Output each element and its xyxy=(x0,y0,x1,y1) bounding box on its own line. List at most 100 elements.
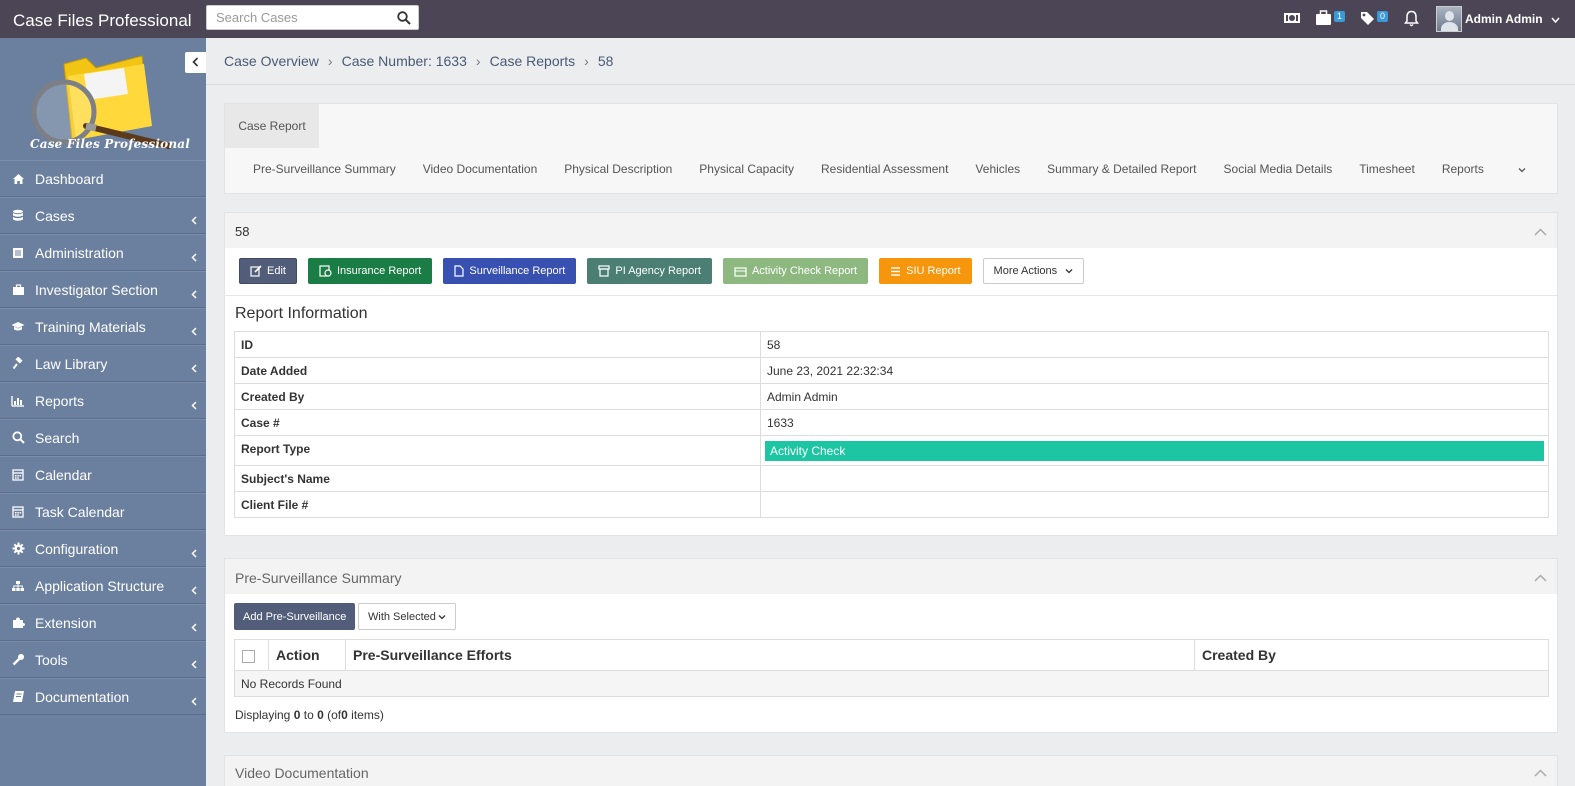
chevron-up-icon[interactable] xyxy=(1534,766,1547,780)
subtab-social-media[interactable]: Social Media Details xyxy=(1224,162,1333,176)
edit-icon xyxy=(250,265,262,277)
sidebar-item-search[interactable]: Search xyxy=(0,419,206,456)
video-documentation-panel: Video Documentation xyxy=(224,755,1558,786)
activity-check-report-label: Activity Check Report xyxy=(751,265,858,277)
column-header-created-by[interactable]: Created By xyxy=(1194,639,1549,671)
table-row: Subject's Name xyxy=(234,465,1549,492)
sidebar-item-label: Configuration xyxy=(35,540,119,557)
sidebar-item-label: Documentation xyxy=(35,688,130,705)
subtab-vehicles[interactable]: Vehicles xyxy=(975,162,1020,176)
chevron-down-icon xyxy=(1065,265,1073,277)
sidebar-item-training-materials[interactable]: Training Materials xyxy=(0,308,206,345)
search-box xyxy=(206,5,419,30)
add-pre-surveillance-button[interactable]: Add Pre-Surveillance xyxy=(234,603,356,630)
sidebar-item-label: Cases xyxy=(35,207,75,224)
select-all-checkbox[interactable] xyxy=(242,649,255,663)
field-value: June 23, 2021 22:32:34 xyxy=(760,357,1549,384)
subtab-timesheet[interactable]: Timesheet xyxy=(1359,162,1415,176)
database-icon xyxy=(11,209,25,223)
sidebar-item-calendar[interactable]: Calendar xyxy=(0,456,206,493)
subtab-physical-capacity[interactable]: Physical Capacity xyxy=(699,162,794,176)
sidebar-item-administration[interactable]: Administration xyxy=(0,234,206,271)
subtab-summary-detailed[interactable]: Summary & Detailed Report xyxy=(1047,162,1196,176)
gear-icon xyxy=(11,542,25,556)
chevron-up-icon[interactable] xyxy=(1534,571,1547,585)
surveillance-report-label: Surveillance Report xyxy=(469,265,566,277)
cases-count-badge: 1 xyxy=(1334,11,1346,22)
search-input[interactable] xyxy=(207,6,387,29)
field-label: ID xyxy=(234,331,761,358)
surveillance-report-button[interactable]: Surveillance Report xyxy=(443,258,577,284)
chevron-up-icon[interactable] xyxy=(1534,225,1547,239)
app-title[interactable]: Case Files Professional xyxy=(13,11,192,31)
chevron-left-icon xyxy=(191,545,197,561)
sidebar-item-cases[interactable]: Cases xyxy=(0,197,206,234)
sidebar-item-application-structure[interactable]: Application Structure xyxy=(0,567,206,604)
sidebar-item-tools[interactable]: Tools xyxy=(0,641,206,678)
display-prefix: Displaying xyxy=(235,708,291,722)
chevron-left-icon xyxy=(191,360,197,376)
sidebar-item-dashboard[interactable]: Dashboard xyxy=(0,160,206,197)
more-actions-dropdown[interactable]: More Actions xyxy=(982,258,1085,284)
sidebar-item-label: Extension xyxy=(35,614,97,631)
pre-surveillance-table: Action Pre-Surveillance Efforts Created … xyxy=(234,639,1549,697)
user-menu[interactable]: Admin Admin xyxy=(1436,5,1560,32)
file-money-icon xyxy=(319,265,332,277)
insurance-report-button[interactable]: Insurance Report xyxy=(307,258,433,284)
subtab-physical-description[interactable]: Physical Description xyxy=(564,162,672,176)
sidebar: Case Files Professional Dashboard Cases Ad… xyxy=(0,38,206,786)
sidebar-item-documentation[interactable]: Documentation xyxy=(0,678,206,715)
edit-button[interactable]: Edit xyxy=(239,258,297,284)
sidebar-item-reports[interactable]: Reports xyxy=(0,382,206,419)
breadcrumb-case-reports[interactable]: Case Reports xyxy=(490,53,576,69)
column-header-action[interactable]: Action xyxy=(268,639,346,671)
sidebar-item-extension[interactable]: Extension xyxy=(0,604,206,641)
pi-agency-report-button[interactable]: PI Agency Report xyxy=(587,258,712,284)
calendar-icon xyxy=(11,468,25,482)
chevron-down-icon xyxy=(1550,12,1560,26)
siu-report-button[interactable]: SIU Report xyxy=(879,258,972,284)
sidebar-item-label: Investigator Section xyxy=(35,281,158,298)
archive-icon xyxy=(598,265,610,277)
money-icon[interactable] xyxy=(1283,10,1301,29)
sidebar-item-configuration[interactable]: Configuration xyxy=(0,530,206,567)
sidebar-item-label: Application Structure xyxy=(35,577,165,594)
graduation-cap-icon xyxy=(11,320,25,334)
search-icon xyxy=(11,431,25,445)
activity-check-report-button[interactable]: Activity Check Report xyxy=(722,258,869,284)
pre-surveillance-title: Pre-Surveillance Summary xyxy=(235,570,402,586)
chevron-left-icon xyxy=(191,323,197,339)
puzzle-icon xyxy=(11,616,25,630)
tags-icon[interactable] xyxy=(1360,10,1376,29)
table-row: Case #1633 xyxy=(234,409,1549,436)
sidebar-item-label: Administration xyxy=(35,244,124,261)
pre-surveillance-header: Pre-Surveillance Summary xyxy=(225,559,1557,594)
report-information-title: Report Information xyxy=(235,305,368,322)
table-header-row: Action Pre-Surveillance Efforts Created … xyxy=(234,639,1549,671)
with-selected-dropdown[interactable]: With Selected xyxy=(358,603,456,630)
bell-icon[interactable] xyxy=(1404,10,1419,30)
chevron-down-icon xyxy=(438,611,446,623)
subtab-pre-surveillance[interactable]: Pre-Surveillance Summary xyxy=(253,162,396,176)
breadcrumb-case-number[interactable]: Case Number: 1633 xyxy=(342,53,467,69)
pagination-summary: Displaying 0 to 0 (of0 items) xyxy=(235,708,384,722)
subtab-video-documentation[interactable]: Video Documentation xyxy=(423,162,538,176)
sidebar-item-investigator-section[interactable]: Investigator Section xyxy=(0,271,206,308)
chevron-left-icon xyxy=(191,249,197,265)
sidebar-item-task-calendar[interactable]: Task Calendar xyxy=(0,493,206,530)
table-row: No Records Found xyxy=(234,670,1549,697)
breadcrumb-case-overview[interactable]: Case Overview xyxy=(224,53,319,69)
chevron-down-icon xyxy=(1518,162,1526,176)
subtab-residential-assessment[interactable]: Residential Assessment xyxy=(821,162,948,176)
file-video-icon xyxy=(454,265,464,277)
column-header-efforts[interactable]: Pre-Surveillance Efforts xyxy=(345,639,1195,671)
search-icon[interactable] xyxy=(397,11,411,28)
home-icon xyxy=(11,172,25,186)
briefcase-icon[interactable] xyxy=(1315,10,1332,29)
sidebar-collapse-button[interactable] xyxy=(185,52,206,73)
report-information-table: ID 58 Date Added June 23, 2021 22:32:34 Cr… xyxy=(234,331,1549,518)
chevron-left-icon xyxy=(191,212,197,228)
sidebar-item-law-library[interactable]: Law Library xyxy=(0,345,206,382)
subtab-reports-dropdown[interactable]: Reports xyxy=(1442,162,1553,176)
tab-case-report[interactable]: Case Report xyxy=(225,104,319,148)
